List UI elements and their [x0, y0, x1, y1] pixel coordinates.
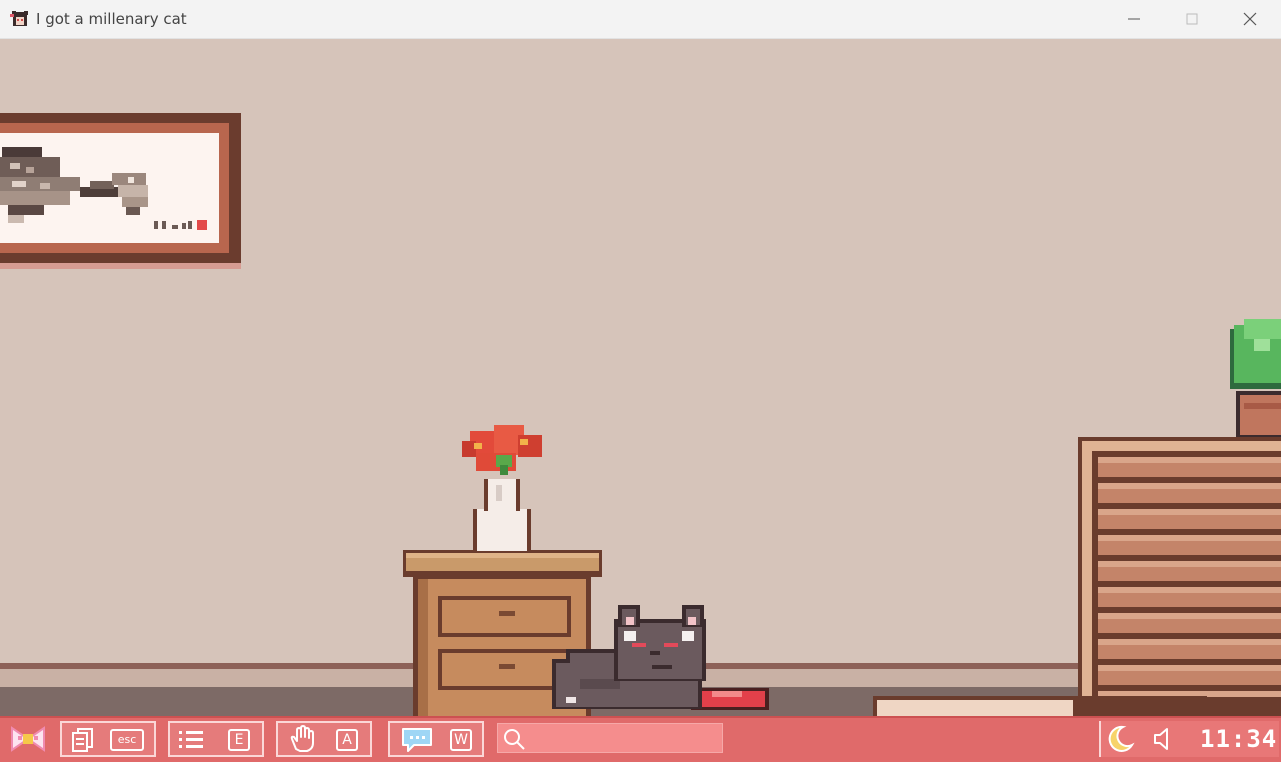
e-key: E [228, 729, 250, 751]
chat-button[interactable]: W [388, 721, 484, 757]
moon-icon[interactable] [1105, 724, 1135, 754]
bottom-toolbar: esc E A W 11:34 [0, 716, 1281, 762]
notes-button[interactable]: esc [60, 721, 156, 757]
notes-icon [72, 728, 93, 752]
hand-button[interactable]: A [276, 721, 372, 757]
a-key: A [336, 729, 358, 751]
potted-plant[interactable] [1230, 319, 1281, 437]
chat-icon [402, 728, 432, 752]
minimize-button[interactable] [1105, 0, 1163, 38]
esc-key: esc [110, 729, 144, 751]
game-scene[interactable] [0, 39, 1281, 718]
status-group: 11:34 [1099, 721, 1279, 757]
search-icon [504, 729, 525, 750]
w-key: W [450, 729, 472, 751]
list-icon [179, 731, 203, 748]
wall-painting[interactable] [0, 113, 241, 269]
hand-icon [290, 725, 314, 752]
search-box[interactable] [497, 723, 723, 753]
maximize-icon [1186, 13, 1198, 25]
bookshelf[interactable] [1078, 437, 1281, 718]
bow-icon[interactable] [8, 724, 48, 758]
maximize-button[interactable] [1163, 0, 1221, 38]
search-input[interactable] [528, 728, 717, 750]
minimize-icon [1128, 18, 1140, 20]
list-button[interactable]: E [168, 721, 264, 757]
clock: 11:34 [1200, 725, 1278, 753]
food-bowl[interactable] [691, 688, 769, 710]
close-icon [1243, 12, 1257, 26]
title-bar: I got a millenary cat [0, 0, 1281, 39]
speaker-icon[interactable] [1151, 725, 1179, 753]
window-title: I got a millenary cat [36, 10, 187, 28]
app-icon [10, 10, 30, 28]
close-button[interactable] [1221, 0, 1279, 38]
